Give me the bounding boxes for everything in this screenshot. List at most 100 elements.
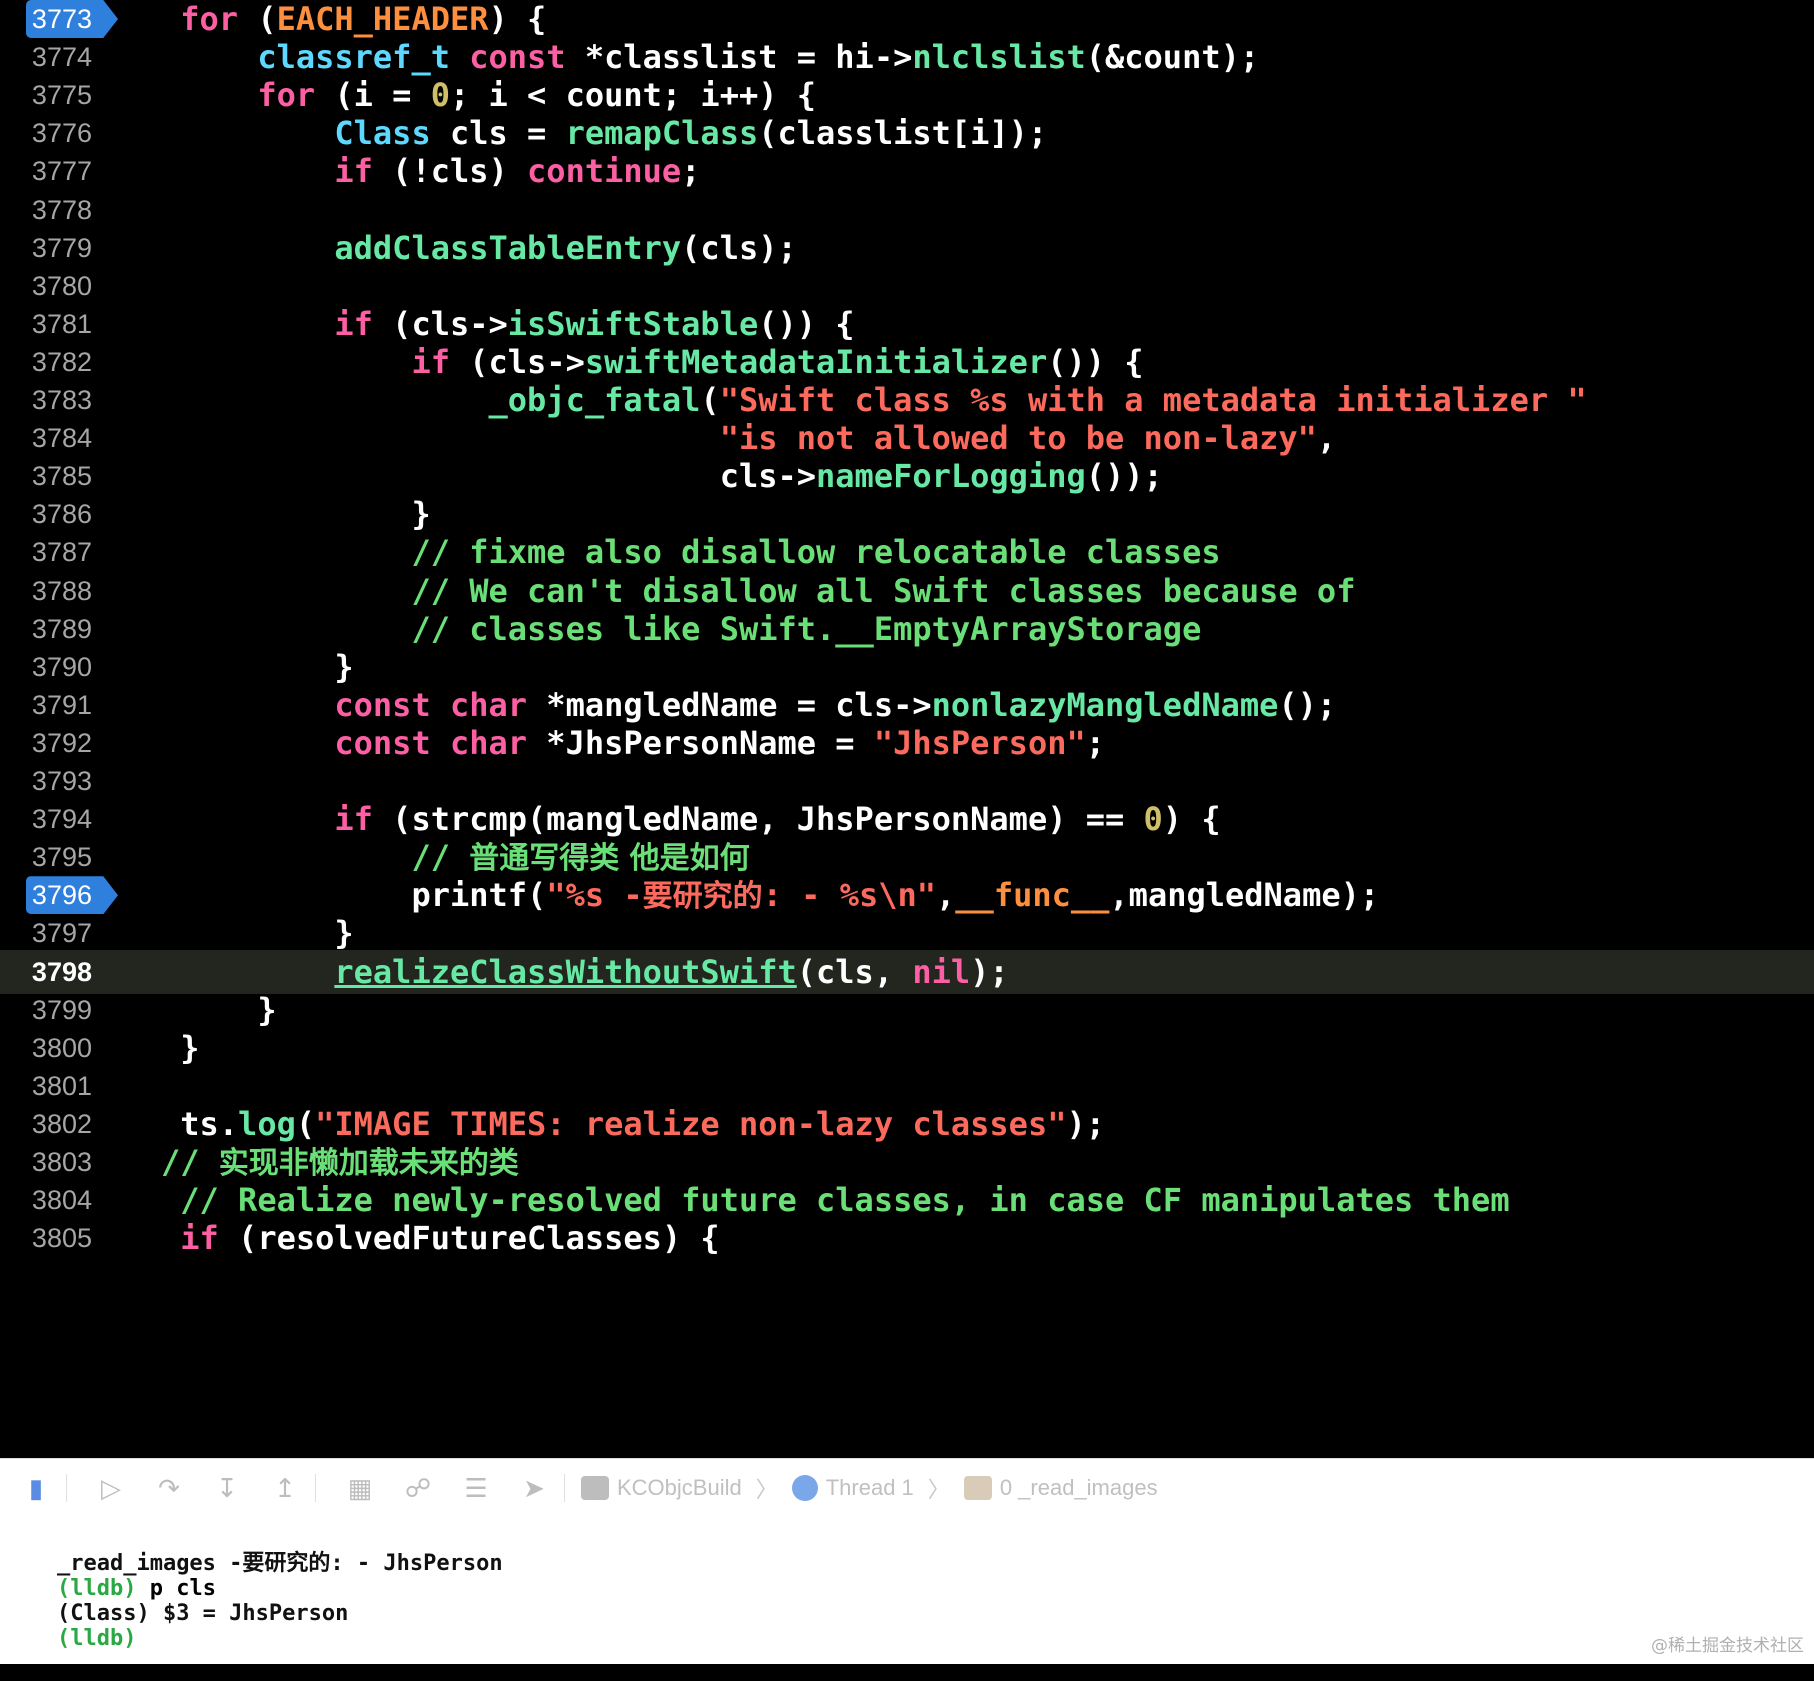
code-token-plain: (cls-> <box>372 304 508 343</box>
code-token-call: addClassTableEntry <box>334 228 682 267</box>
code-token-string: "Swift class %s with a metadata initiali… <box>719 381 1587 419</box>
code-token-type: classref_t <box>257 38 450 77</box>
breadcrumb-frame[interactable]: 0 _read_images <box>963 1475 1158 1501</box>
debug-bar: ▮ ▷ ↷ ↧ ↥ ▦ ☍ ☰ ➤ KCObjcBuild 〉 Thread 1… <box>0 1458 1814 1518</box>
divider <box>564 1474 565 1502</box>
memory-graph-icon[interactable]: ☍ <box>396 1466 440 1510</box>
code-token-string: : - %s\n" <box>762 876 937 915</box>
stack-frame-icon <box>963 1476 992 1500</box>
code-token-comment: // classes like Swift.__EmptyArrayStorag… <box>411 609 1202 648</box>
code-token-plain: ( <box>295 1104 316 1143</box>
code-token-call: nlclslist <box>912 38 1086 77</box>
code-token-string: "IMAGE TIMES: realize non-lazy classes" <box>315 1104 1067 1143</box>
thread-icon <box>791 1475 818 1501</box>
code-token-number: 0 <box>430 76 450 115</box>
code-token-plain: (&count); <box>1085 38 1260 77</box>
view-hierarchy-icon[interactable]: ▦ <box>338 1466 382 1510</box>
code-token-plain: (); <box>1278 685 1337 724</box>
step-over-icon[interactable]: ↷ <box>147 1466 191 1510</box>
code-token-comment: // fixme also disallow relocatable class… <box>411 533 1221 572</box>
code-token-plain: ) { <box>1162 800 1221 839</box>
code-token-comment: 普通写得类 他是如何 <box>469 841 750 877</box>
code-token-plain: ; i < count; i++) { <box>449 76 817 115</box>
code-token-keyword: if <box>334 304 373 343</box>
step-out-icon[interactable]: ↥ <box>263 1466 307 1510</box>
code-token-string: "JhsPerson" <box>873 723 1086 762</box>
code-token-keyword: if <box>334 152 373 191</box>
code-token-macro: __func__ <box>955 876 1110 915</box>
code-token-plain: (resolvedFutureClasses) { <box>218 1219 720 1258</box>
code-token-plain: cls-> <box>719 457 817 496</box>
code-token-keyword: char <box>449 723 528 762</box>
code-token-type: Class <box>334 114 431 153</box>
code-token-plain: ,mangledName); <box>1109 876 1380 915</box>
code-token-plain: } <box>334 914 354 953</box>
code-token-macro: EACH_HEADER <box>276 0 489 38</box>
code-token-plain: ( <box>700 381 720 419</box>
code-token-call: _objc_fatal <box>488 381 701 419</box>
code-token-plain: (cls, <box>796 952 913 991</box>
code-token-plain: } <box>334 647 354 686</box>
simulate-location-icon[interactable]: ➤ <box>512 1466 556 1510</box>
code-token-string: "%s - <box>546 876 643 915</box>
code-token-plain: ); <box>1066 1104 1105 1143</box>
code-token-plain: ts. <box>180 1104 239 1143</box>
code-text: if (resolvedFutureClasses) { <box>103 1216 720 1260</box>
code-token-plain: ; <box>681 152 701 191</box>
breadcrumb-thread[interactable]: Thread 1 〉 <box>791 1472 956 1504</box>
console-line: (lldb) p cls <box>4 1547 216 1601</box>
chevron-right-icon: 〉 <box>755 1477 778 1502</box>
step-into-icon[interactable]: ↧ <box>205 1466 249 1510</box>
code-token-keyword: for <box>180 0 239 38</box>
code-token-plain: } <box>257 990 277 1029</box>
code-token-plain: (!cls) <box>372 152 528 191</box>
breadcrumb-label: 0 _read_images <box>999 1475 1158 1500</box>
code-token-plain: ()) { <box>758 304 855 343</box>
code-token-plain: printf( <box>411 876 547 915</box>
lldb-prompt: (lldb) <box>56 1626 137 1651</box>
code-token-plain: cls = <box>430 114 566 153</box>
console-input-line[interactable]: (lldb) <box>4 1597 136 1651</box>
code-token-plain: (cls); <box>681 228 797 267</box>
code-token-plain: ; <box>1085 723 1105 762</box>
code-line[interactable]: 3805 if (resolvedFutureClasses) { <box>0 1216 1814 1260</box>
debug-console[interactable]: _read_images -要研究的: - JhsPerson (lldb) p… <box>0 1516 1814 1664</box>
watermark: @稀土掘金技术社区 <box>1651 1636 1804 1656</box>
line-number[interactable]: 3805 <box>0 1216 92 1260</box>
code-token-plain: (i = <box>315 76 431 115</box>
code-token-comment: 实现非懒加载未来的类 <box>218 1146 519 1181</box>
code-token-plain: *JhsPersonName = <box>527 723 874 762</box>
toggle-console-icon[interactable]: ▮ <box>14 1466 58 1510</box>
code-token-number: 0 <box>1143 800 1163 839</box>
breadcrumb-target[interactable]: KCObjcBuild 〉 <box>581 1472 784 1504</box>
code-token-plain: } <box>180 1028 200 1067</box>
environment-overrides-icon[interactable]: ☰ <box>454 1466 498 1510</box>
code-token-plain: , <box>936 876 956 915</box>
continue-icon[interactable]: ▷ <box>89 1466 133 1510</box>
code-token-keyword: if <box>411 342 450 381</box>
divider <box>315 1474 316 1502</box>
source-editor[interactable]: 3773 for (EACH_HEADER) {3774 classref_t … <box>0 0 1814 1458</box>
code-token-keyword: const <box>469 38 566 77</box>
